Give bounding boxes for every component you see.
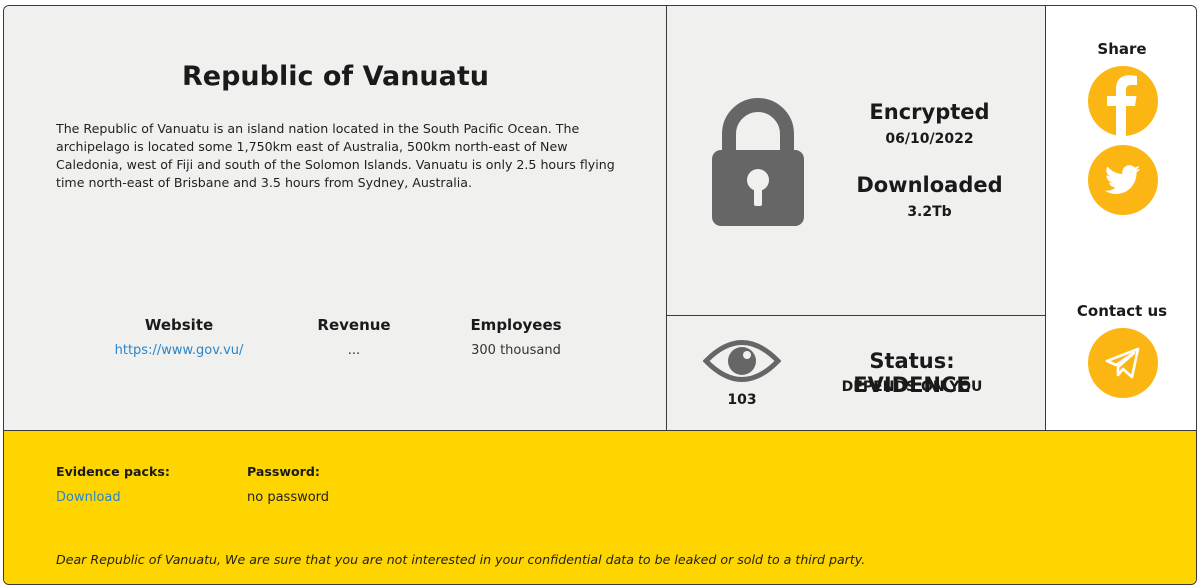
lock-icon — [712, 98, 804, 226]
facebook-icon — [1107, 75, 1137, 136]
twitter-button[interactable] — [1088, 145, 1158, 215]
share-label: Share — [1097, 40, 1147, 58]
employees-label: Employees — [470, 316, 562, 334]
password-label: Password: — [247, 464, 320, 479]
eye-icon — [703, 340, 781, 382]
website-label: Website — [144, 316, 214, 334]
company-info-panel: Republic of Vanuatu The Republic of Vanu… — [4, 6, 667, 431]
evidence-packs-label: Evidence packs: — [56, 464, 170, 479]
ransom-note: Dear Republic of Vanuatu, We are sure th… — [56, 552, 866, 567]
status-panel: 103 Status: EVIDENCE DEPENDS ON YOU — [667, 316, 1046, 431]
share-sidebar: Share Contact us — [1046, 6, 1196, 431]
status-subtitle: DEPENDS ON YOU — [841, 379, 983, 395]
encryption-panel: Encrypted 06/10/2022 Downloaded 3.2Tb — [667, 6, 1046, 316]
encrypted-date: 06/10/2022 — [885, 131, 974, 147]
website-link[interactable]: https://www.gov.vu/ — [104, 343, 254, 358]
company-description: The Republic of Vanuatu is an island nat… — [56, 121, 615, 190]
leak-card: Republic of Vanuatu The Republic of Vanu… — [3, 5, 1197, 585]
revenue-value: ... — [347, 343, 361, 358]
encrypted-label: Encrypted — [869, 100, 990, 124]
revenue-label: Revenue — [317, 316, 391, 334]
view-count: 103 — [727, 392, 757, 408]
telegram-icon — [1105, 347, 1140, 379]
footer-panel: Evidence packs: Download Password: no pa… — [4, 431, 1196, 584]
password-value: no password — [247, 490, 330, 505]
employees-value: 300 thousand — [471, 343, 561, 358]
facebook-button[interactable] — [1088, 66, 1158, 136]
downloaded-label: Downloaded — [856, 173, 1003, 197]
telegram-button[interactable] — [1088, 328, 1158, 398]
twitter-icon — [1105, 165, 1141, 194]
company-title: Republic of Vanuatu — [181, 61, 490, 92]
contact-label: Contact us — [1076, 302, 1168, 320]
download-link[interactable]: Download — [56, 490, 121, 505]
downloaded-size: 3.2Tb — [907, 204, 952, 220]
